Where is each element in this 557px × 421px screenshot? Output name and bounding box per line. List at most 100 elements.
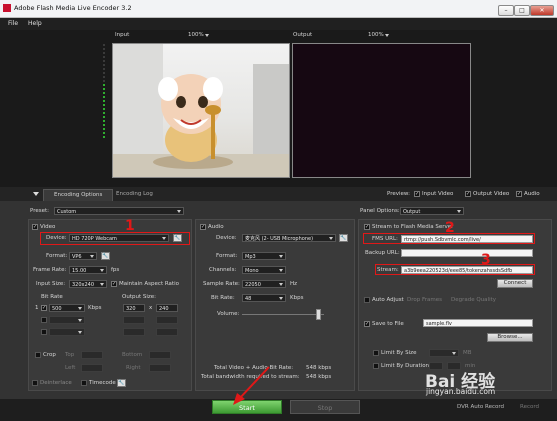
video-format-select[interactable]: VP6 — [69, 252, 97, 260]
output-video-label: Output Video — [473, 191, 510, 197]
panel-options-label: Panel Options: — [360, 208, 400, 214]
video-checkbox[interactable]: ✓ — [32, 224, 38, 230]
input-video-checkbox[interactable]: ✓ — [414, 191, 420, 197]
save-file-name-input[interactable]: sample.flv — [423, 319, 533, 327]
stream-panel: ✓ Stream to Flash Media Server FMS URL: … — [358, 219, 552, 391]
output-video-checkbox[interactable]: ✓ — [465, 191, 471, 197]
maintain-aspect-checkbox[interactable]: ✓ — [111, 281, 117, 287]
stream-name-input[interactable]: a3b9eea220523d/eee85/tokenzahssdsSdfb — [401, 266, 533, 274]
audio-device-label: Device: — [216, 235, 237, 241]
fms-url-input[interactable]: rtmp://push.Sdbvmlc.com/live/ — [401, 235, 533, 243]
crop-top-input[interactable] — [81, 351, 103, 359]
audio-format-label: Format: — [216, 253, 238, 259]
maximize-button[interactable]: □ — [514, 5, 530, 16]
video-panel: ✓ Video Device: HD 720P Webcam 🔧 1 Forma… — [28, 218, 192, 391]
bitrate-row2-select[interactable] — [49, 316, 85, 324]
input-size-select[interactable]: 320x240 — [69, 280, 107, 288]
crop-checkbox[interactable] — [35, 352, 41, 358]
volume-slider-track[interactable] — [242, 314, 324, 315]
crop-left-input[interactable] — [81, 364, 103, 372]
timecode-label: Timecode — [89, 380, 116, 386]
video-format-value: VP6 — [72, 254, 82, 260]
output-zoom[interactable]: 100% — [368, 32, 384, 38]
crop-left-label: Left — [65, 365, 76, 371]
volume-slider-thumb[interactable] — [316, 309, 321, 320]
output-width-row2[interactable] — [123, 316, 145, 324]
deinterlace-checkbox[interactable] — [32, 380, 38, 386]
backup-url-input[interactable] — [401, 249, 533, 257]
crop-label: Crop — [43, 352, 56, 358]
output-height-row2[interactable] — [156, 316, 178, 324]
output-width-row3[interactable] — [123, 328, 145, 336]
video-device-label: Device: — [46, 235, 67, 241]
output-height-input[interactable]: 240 — [156, 304, 178, 312]
tab-encoding-log[interactable]: Encoding Log — [116, 191, 153, 197]
channels-select[interactable]: Mono — [242, 266, 286, 274]
bitrate-row3-checkbox[interactable] — [41, 329, 47, 335]
save-to-file-checkbox[interactable]: ✓ — [364, 321, 370, 327]
audio-preview-checkbox[interactable]: ✓ — [516, 191, 522, 197]
preset-select[interactable]: Custom — [54, 207, 184, 215]
timecode-settings-icon[interactable]: 🔧 — [117, 379, 126, 387]
bitrate-row1-value: 500 — [52, 306, 62, 312]
sample-rate-select[interactable]: 22050 — [242, 280, 286, 288]
menu-file[interactable]: File — [8, 20, 18, 27]
window-title: Adobe Flash Media Live Encoder 3.2 — [14, 4, 132, 12]
record-button[interactable]: Record — [520, 404, 539, 410]
close-button[interactable]: ✕ — [530, 5, 554, 16]
bitrate-row2-checkbox[interactable] — [41, 317, 47, 323]
audio-format-select[interactable]: Mp3 — [242, 252, 286, 260]
input-label: Input — [115, 32, 130, 38]
video-format-settings-icon[interactable]: 🔧 — [101, 252, 110, 260]
dvr-auto-record-label[interactable]: DVR Auto Record — [457, 404, 504, 410]
bitrate-row3-select[interactable] — [49, 328, 85, 336]
frame-rate-select[interactable]: 15.00 — [69, 266, 107, 274]
input-zoom[interactable]: 100% — [188, 32, 204, 38]
audio-device-select[interactable]: 麦克风 (2- USB Microphone) — [242, 234, 336, 242]
limit-duration-checkbox[interactable] — [373, 363, 379, 369]
output-height-row3[interactable] — [156, 328, 178, 336]
bitrate-row1-select[interactable]: 500 — [49, 304, 85, 312]
panel-options-select[interactable]: Output — [400, 207, 464, 215]
stream-name-label: Stream: — [377, 267, 399, 273]
output-width-input[interactable]: 320 — [123, 304, 145, 312]
audio-section-label: Audio — [208, 224, 224, 230]
limit-size-label: Limit By Size — [381, 350, 417, 356]
output-zoom-caret[interactable] — [385, 34, 389, 37]
audio-bitrate-label: Bit Rate: — [211, 295, 235, 301]
bitrate-row1-checkbox[interactable]: ✓ — [41, 305, 47, 311]
limit-size-unit: MB — [463, 350, 472, 356]
output-size-separator: x — [149, 305, 153, 311]
stop-button[interactable]: Stop — [290, 400, 360, 414]
preview-options-label: Preview: — [387, 191, 410, 197]
limit-size-input[interactable] — [429, 349, 459, 357]
menu-help[interactable]: Help — [28, 20, 42, 27]
video-device-settings-icon[interactable]: 🔧 — [173, 234, 182, 242]
connect-button[interactable]: Connect — [497, 279, 533, 288]
annotation-1: 1 — [125, 218, 135, 234]
audio-bitrate-select[interactable]: 48 — [242, 294, 286, 302]
red-arrow-annotation — [233, 366, 270, 405]
video-device-select[interactable]: HD 720P Webcam — [69, 234, 169, 242]
stream-to-fms-label: Stream to Flash Media Server — [372, 224, 454, 230]
video-format-label: Format: — [46, 253, 68, 259]
collapse-arrow-icon[interactable] — [33, 192, 39, 196]
menu-bar: File Help — [0, 18, 557, 30]
minimize-button[interactable]: – — [498, 5, 514, 16]
stream-to-fms-checkbox[interactable]: ✓ — [364, 224, 370, 230]
crop-bottom-input[interactable] — [149, 351, 171, 359]
crop-right-input[interactable] — [149, 364, 171, 372]
audio-kbps-unit: Kbps — [290, 295, 304, 301]
input-zoom-caret[interactable] — [205, 34, 209, 37]
maintain-aspect-label: Maintain Aspect Ratio — [119, 281, 179, 287]
audio-checkbox[interactable]: ✓ — [200, 224, 206, 230]
input-video-preview — [112, 43, 290, 178]
timecode-checkbox[interactable] — [81, 380, 87, 386]
auto-adjust-checkbox[interactable] — [364, 297, 370, 303]
tab-encoding-options[interactable]: Encoding Options — [43, 189, 114, 201]
limit-size-checkbox[interactable] — [373, 350, 379, 356]
sample-rate-value: 22050 — [245, 282, 261, 288]
audio-device-settings-icon[interactable]: 🔧 — [339, 234, 348, 242]
browse-button[interactable]: Browse... — [487, 333, 533, 342]
save-file-name-value: sample.flv — [426, 321, 452, 327]
